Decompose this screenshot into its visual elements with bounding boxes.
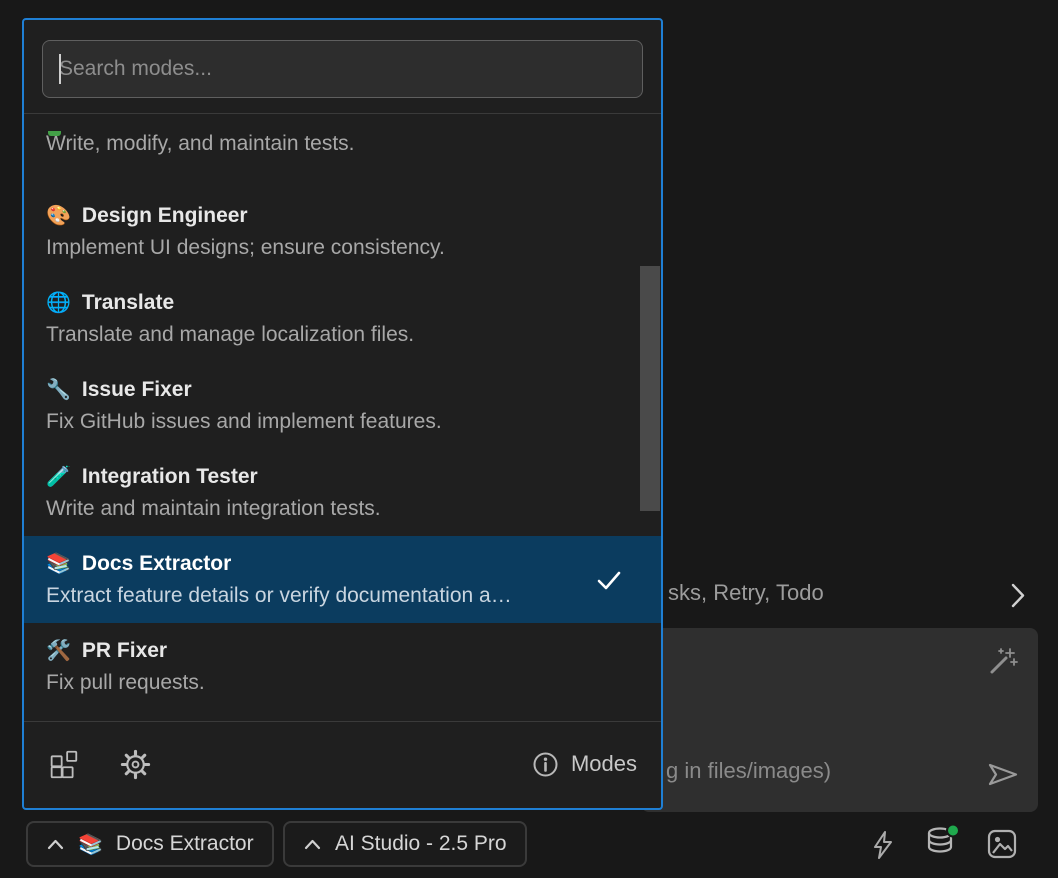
search-box: [42, 40, 643, 98]
list-item-translate[interactable]: 🌐 Translate Translate and manage localiz…: [24, 275, 661, 362]
chevron-right-icon[interactable]: [1010, 582, 1027, 609]
gear-icon[interactable]: [119, 748, 152, 781]
task-row-text: sks, Retry, Todo: [668, 580, 824, 606]
mode-title: Issue Fixer: [82, 377, 192, 403]
chevron-up-icon: [303, 838, 322, 851]
list-item-pr-fixer[interactable]: 🛠️ PR Fixer Fix pull requests.: [24, 623, 661, 710]
globe-emoji-icon: 🌐: [46, 290, 71, 316]
chevron-up-icon: [46, 838, 65, 851]
emoji-sliver: [48, 131, 61, 136]
test-tube-emoji-icon: 🧪: [46, 464, 71, 490]
mode-title: Docs Extractor: [82, 551, 231, 577]
mode-title: PR Fixer: [82, 638, 167, 664]
mode-title: Integration Tester: [82, 464, 258, 490]
books-emoji-icon: 📚: [46, 551, 71, 577]
mode-description: Fix GitHub issues and implement features…: [46, 409, 639, 435]
list-item-issue-investigator[interactable]: 🕵️ Issue Investigator: [24, 710, 661, 722]
mode-description: Extract feature details or verify docume…: [46, 583, 639, 609]
mode-description: Translate and manage localization files.: [46, 322, 639, 348]
database-icon[interactable]: [924, 824, 960, 860]
list-item-docs-extractor-selected[interactable]: 📚 Docs Extractor Extract feature details…: [24, 536, 661, 623]
info-icon[interactable]: [532, 751, 559, 778]
green-status-dot: [947, 825, 959, 837]
list-item-issue-fixer[interactable]: 🔧 Issue Fixer Fix GitHub issues and impl…: [24, 362, 661, 449]
mode-button-emoji: 📚: [78, 832, 103, 857]
send-icon[interactable]: [986, 759, 1020, 790]
list-item-partial[interactable]: Write, modify, and maintain tests.: [24, 131, 661, 188]
list-item-integration-tester[interactable]: 🧪 Integration Tester Write and maintain …: [24, 449, 661, 536]
model-selector-button[interactable]: AI Studio - 2.5 Pro: [283, 821, 527, 867]
list-item-design-engineer[interactable]: 🎨 Design Engineer Implement UI designs; …: [24, 188, 661, 275]
mode-description: Write, modify, and maintain tests.: [46, 131, 639, 157]
mode-button-label: Docs Extractor: [116, 832, 254, 856]
marketplace-icon[interactable]: [48, 749, 79, 780]
search-input[interactable]: [42, 40, 643, 98]
enhance-prompt-icon[interactable]: [985, 646, 1018, 679]
hammer-wrench-emoji-icon: 🛠️: [46, 638, 71, 664]
wrench-emoji-icon: 🔧: [46, 377, 71, 403]
chat-input-panel[interactable]: g in files/images): [641, 628, 1038, 812]
lightning-icon[interactable]: [867, 829, 899, 861]
palette-emoji-icon: 🎨: [46, 203, 71, 229]
mode-selector-dropdown: Write, modify, and maintain tests. 🎨 Des…: [22, 18, 663, 810]
mode-description: Implement UI designs; ensure consistency…: [46, 235, 639, 261]
text-caret: [59, 54, 61, 84]
mode-list: Write, modify, and maintain tests. 🎨 Des…: [24, 113, 661, 722]
modes-label: Modes: [571, 751, 637, 777]
scrollbar-thumb[interactable]: [640, 266, 660, 511]
mode-selector-button[interactable]: 📚 Docs Extractor: [26, 821, 274, 867]
chat-input-placeholder[interactable]: g in files/images): [666, 758, 831, 784]
checkmark-icon: [594, 567, 623, 593]
image-icon[interactable]: [986, 828, 1018, 860]
mode-title: Design Engineer: [82, 203, 248, 229]
mode-title: Translate: [82, 290, 174, 316]
dropdown-footer: Modes: [24, 722, 661, 806]
model-button-label: AI Studio - 2.5 Pro: [335, 832, 507, 856]
mode-description: Fix pull requests.: [46, 670, 639, 696]
mode-description: Write and maintain integration tests.: [46, 496, 639, 522]
